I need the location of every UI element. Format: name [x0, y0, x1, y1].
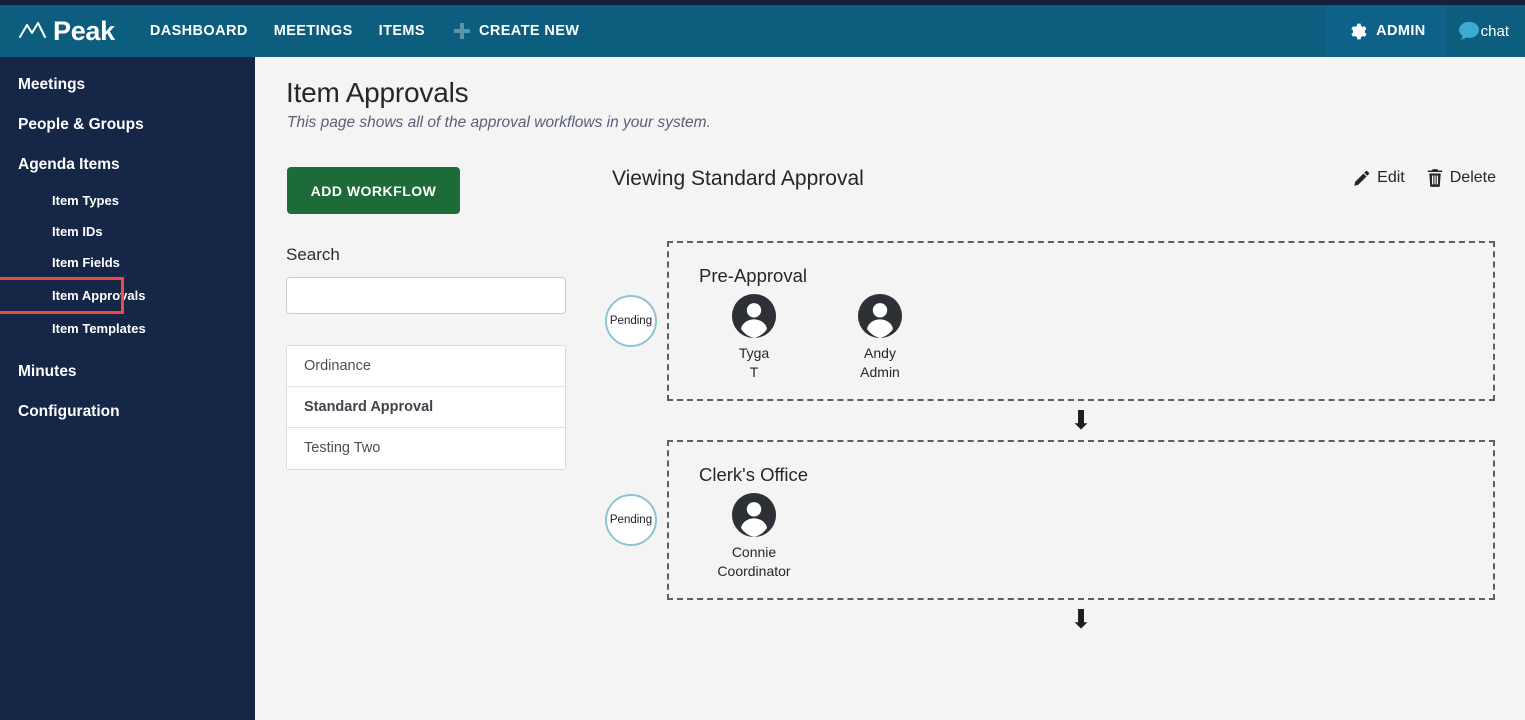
- workflow-actions: Edit Delete: [1353, 169, 1496, 187]
- trash-icon: [1427, 169, 1442, 187]
- arrow-down-icon: ⬇: [1070, 405, 1092, 435]
- sidebar-item-minutes[interactable]: Minutes: [0, 352, 255, 392]
- search-label: Search: [286, 245, 340, 264]
- workflow-list: Ordinance Standard Approval Testing Two: [286, 345, 566, 470]
- step-box[interactable]: Pre-Approval Tyga T Andy Admin: [667, 241, 1495, 401]
- step-people: Connie Coordinator: [699, 492, 1493, 581]
- step-title: Clerk's Office: [699, 464, 809, 485]
- step-box[interactable]: Clerk's Office Connie Coordinator: [667, 440, 1495, 600]
- app-logo-text: Peak: [53, 15, 115, 46]
- sidebar-item-people-groups[interactable]: People & Groups: [0, 105, 255, 145]
- sidebar-item-item-ids[interactable]: Item IDs: [0, 216, 255, 247]
- person[interactable]: Tyga T: [715, 293, 793, 382]
- avatar: [857, 293, 903, 339]
- status-badge: Pending: [605, 494, 657, 546]
- viewing-title: Viewing Standard Approval: [612, 167, 864, 190]
- person-name: Andy Admin: [860, 345, 900, 380]
- list-item[interactable]: Standard Approval: [287, 387, 565, 428]
- person[interactable]: Connie Coordinator: [715, 492, 793, 581]
- page-subtitle: This page shows all of the approval work…: [287, 114, 711, 131]
- page-title: Item Approvals: [286, 77, 469, 108]
- header-right-group: ADMIN chat: [1326, 5, 1525, 57]
- person[interactable]: Andy Admin: [841, 293, 919, 382]
- list-item[interactable]: Ordinance: [287, 346, 565, 387]
- delete-label: Delete: [1449, 169, 1496, 186]
- approval-flow: Pending Pre-Approval Tyga T Andy Admin ⬇…: [605, 241, 1495, 639]
- edit-label: Edit: [1377, 169, 1405, 186]
- edit-button[interactable]: Edit: [1353, 169, 1405, 187]
- nav-meetings[interactable]: MEETINGS: [261, 5, 366, 57]
- add-workflow-button[interactable]: ADD WORKFLOW: [287, 167, 460, 214]
- person-name: Connie Coordinator: [717, 544, 791, 579]
- sidebar-item-item-approvals[interactable]: Item Approvals: [0, 277, 255, 314]
- gear-icon: [1351, 23, 1367, 39]
- step-people: Tyga T Andy Admin: [699, 293, 1493, 382]
- peak-zigzag-icon: [19, 22, 46, 38]
- chat-button[interactable]: chat: [1446, 5, 1525, 57]
- avatar: [731, 293, 777, 339]
- sidebar: Meetings People & Groups Agenda Items It…: [0, 57, 255, 720]
- arrow-down-icon: ⬇: [1070, 604, 1092, 634]
- delete-button[interactable]: Delete: [1427, 169, 1496, 187]
- flow-step: Pending Clerk's Office Connie Coordinato…: [605, 440, 1495, 600]
- step-title: Pre-Approval: [699, 265, 807, 286]
- sidebar-item-item-fields[interactable]: Item Fields: [0, 247, 255, 278]
- chat-bubble-icon: [1458, 21, 1479, 40]
- avatar: [731, 492, 777, 538]
- app-header: Peak DASHBOARD MEETINGS ITEMS CREATE NEW…: [0, 5, 1525, 57]
- main-content: Item Approvals This page shows all of th…: [255, 57, 1525, 720]
- pencil-icon: [1354, 170, 1370, 186]
- sidebar-item-agenda-items[interactable]: Agenda Items: [0, 145, 255, 185]
- search-input[interactable]: [286, 277, 566, 314]
- person-name: Tyga T: [738, 345, 770, 380]
- sidebar-item-meetings[interactable]: Meetings: [0, 65, 255, 105]
- nav-create-new-label: CREATE NEW: [478, 23, 580, 39]
- sidebar-item-item-templates[interactable]: Item Templates: [0, 313, 255, 344]
- flow-arrow: ⬇: [605, 600, 1495, 639]
- flow-arrow: ⬇: [605, 401, 1495, 440]
- sidebar-item-configuration[interactable]: Configuration: [0, 392, 255, 432]
- list-item[interactable]: Testing Two: [287, 428, 565, 469]
- flow-step: Pending Pre-Approval Tyga T Andy Admin: [605, 241, 1495, 401]
- nav-dashboard[interactable]: DASHBOARD: [137, 5, 261, 57]
- nav-create-new[interactable]: CREATE NEW: [438, 5, 592, 57]
- nav-items[interactable]: ITEMS: [366, 5, 438, 57]
- app-logo[interactable]: Peak: [18, 5, 115, 57]
- chat-label: chat: [1480, 22, 1509, 40]
- status-badge: Pending: [605, 295, 657, 347]
- admin-label: ADMIN: [1376, 23, 1426, 39]
- sidebar-item-item-types[interactable]: Item Types: [0, 185, 255, 216]
- admin-menu-button[interactable]: ADMIN: [1326, 5, 1446, 57]
- plus-icon: [453, 23, 470, 39]
